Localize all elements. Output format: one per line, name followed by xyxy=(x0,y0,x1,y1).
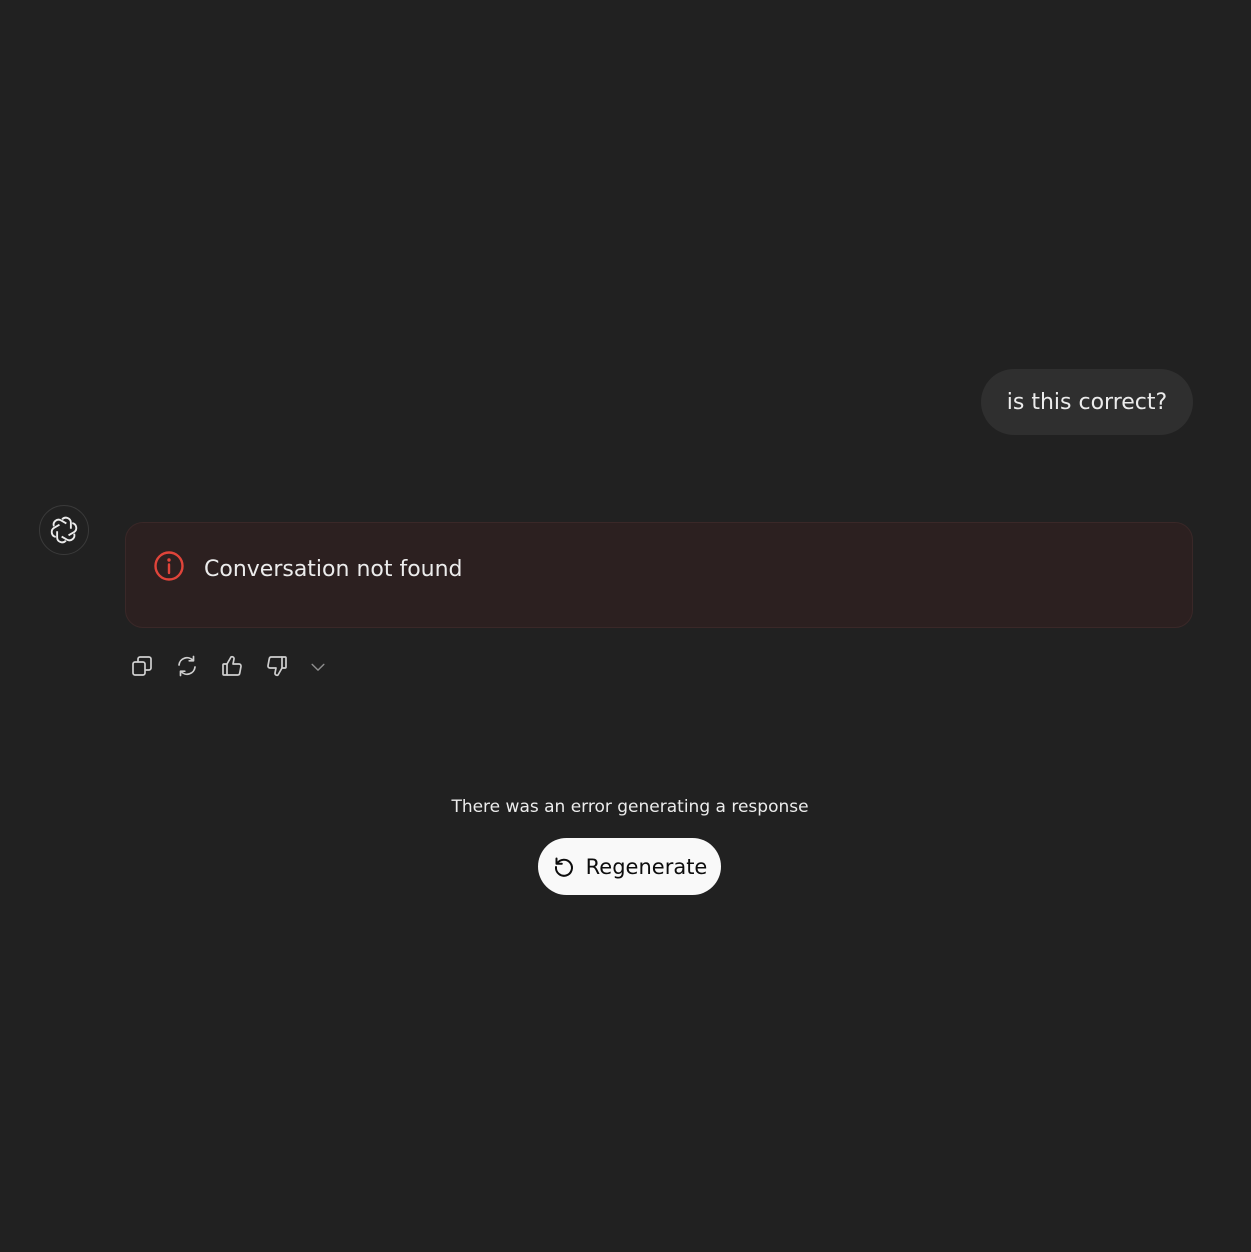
regenerate-label: Regenerate xyxy=(585,854,708,879)
assistant-avatar xyxy=(39,505,89,555)
rotate-ccw-icon xyxy=(552,855,576,879)
user-message-text: is this correct? xyxy=(1006,389,1168,415)
openai-logo-icon xyxy=(50,516,78,544)
regenerate-button[interactable]: Regenerate xyxy=(538,838,721,895)
copy-button[interactable] xyxy=(128,652,156,680)
thumbs-up-button[interactable] xyxy=(218,652,246,680)
message-actions xyxy=(128,650,332,682)
thumbs-up-icon xyxy=(222,655,242,676)
chevron-down-icon xyxy=(311,663,325,671)
assistant-error-box: Conversation not found xyxy=(125,522,1193,628)
refresh-icon xyxy=(178,655,196,677)
thumbs-down-icon xyxy=(267,656,287,677)
info-circle-icon xyxy=(154,551,184,581)
user-message-bubble: is this correct? xyxy=(981,369,1193,435)
chat-page: is this correct? Conversation not found xyxy=(0,0,1251,1252)
error-message: Conversation not found xyxy=(204,557,463,582)
more-actions-button[interactable] xyxy=(304,652,332,680)
thumbs-down-button[interactable] xyxy=(263,652,291,680)
copy-icon xyxy=(132,656,152,676)
error-status-text: There was an error generating a response xyxy=(451,797,809,817)
regenerate-response-button[interactable] xyxy=(173,652,201,680)
